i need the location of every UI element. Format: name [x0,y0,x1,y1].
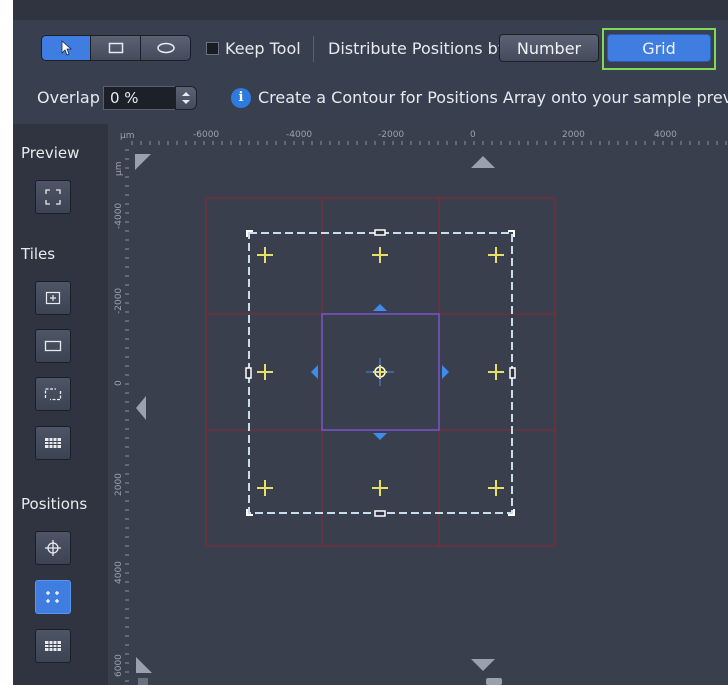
position-marker[interactable] [372,247,388,263]
crosshair-icon [45,540,61,556]
single-position-button[interactable] [35,531,71,565]
y-tick-label: -4000 [114,203,124,229]
positions-grid-icon [45,641,61,651]
preview-canvas[interactable]: µm µm -6000 -4000 -2000 0 2000 4000 -400… [108,124,728,685]
y-ruler-unit: µm [114,162,124,177]
corner-top-left-arrow[interactable] [135,154,151,170]
scroll-corner [138,678,148,685]
position-marker[interactable] [488,247,504,263]
x-tick-label: 0 [470,130,476,140]
contour-handle-left[interactable] [245,367,252,379]
scroll-down-arrow[interactable] [471,659,495,671]
position-marker[interactable] [488,364,504,380]
ellipse-icon [156,42,175,54]
position-marker[interactable] [257,480,273,496]
move-up-arrow[interactable] [373,304,387,311]
pointer-tool-button[interactable] [42,36,90,60]
overlap-label: Overlap [37,88,100,107]
x-tick-label: -4000 [286,130,312,140]
keep-tool-checkbox[interactable] [206,42,219,55]
rectangle-tool-button[interactable] [90,36,140,60]
number-button[interactable]: Number [499,34,599,62]
x-tick-label: 4000 [654,130,677,140]
tile-contour-button[interactable] [35,377,71,411]
tool-selector [41,35,191,61]
scroll-up-arrow[interactable] [471,156,495,168]
stepper-arrows-icon [182,92,190,104]
toolbar-divider [313,36,314,62]
grid-button[interactable]: Grid [607,34,711,62]
tile-grid-button[interactable] [35,426,71,460]
sidebar: Preview Tiles Positions [13,124,108,685]
add-tile-icon [45,291,61,305]
rectangle-icon [108,42,123,54]
y-tick-label: 4000 [114,561,124,584]
x-tick-label: -6000 [193,130,219,140]
grid-positions-button[interactable] [35,580,71,614]
ellipse-tool-button[interactable] [140,36,190,60]
position-marker[interactable] [488,480,504,496]
position-marker[interactable] [257,247,273,263]
tile-grid-icon [45,438,61,448]
center-crosshair[interactable] [366,358,394,386]
overlap-input[interactable]: 0 % [103,86,183,110]
preview-snap-button[interactable] [35,180,71,214]
y-tick-label: 2000 [114,473,124,496]
positions-section-label: Positions [21,495,88,513]
contour-handle-top[interactable] [374,229,386,236]
ruler-ticks [125,141,727,682]
preview-canvas-svg: µm µm -6000 -4000 -2000 0 2000 4000 -400… [108,124,728,685]
y-tick-label: 6000 [114,654,124,677]
position-marker[interactable] [372,480,388,496]
tile-contour-icon [44,388,62,401]
tile-rectangle-button[interactable] [35,329,71,363]
pointer-icon [61,40,73,56]
position-marker[interactable] [257,364,273,380]
y-tick-label: -2000 [114,288,124,314]
contour-handle-bottom[interactable] [374,510,386,517]
add-tile-button[interactable] [35,281,71,315]
contour-handle-right[interactable] [509,367,516,379]
preview-section-label: Preview [21,144,80,162]
positions-grid-button[interactable] [35,629,71,663]
y-tick-label: 0 [114,380,124,386]
tile-rectangle-icon [44,340,62,352]
move-right-arrow[interactable] [442,365,449,379]
move-down-arrow[interactable] [373,433,387,440]
keep-tool-label: Keep Tool [225,39,301,58]
tiles-section-label: Tiles [21,245,56,263]
x-ruler-unit: µm [120,131,135,141]
distribute-label: Distribute Positions by [328,39,508,58]
tile-positions-panel: Keep Tool Distribute Positions by Number… [13,0,728,685]
snap-preview-icon [45,189,61,205]
corner-bottom-left-arrow[interactable] [136,657,152,673]
overlap-stepper[interactable] [175,86,197,110]
move-left-arrow[interactable] [311,365,318,379]
x-tick-label: -2000 [378,130,404,140]
scroll-left-arrow[interactable] [136,396,146,420]
horizontal-scroll-thumb[interactable] [486,678,502,685]
info-icon: i [231,88,251,108]
position-array-icon [46,591,59,603]
info-text: Create a Contour for Positions Array ont… [258,88,728,107]
x-tick-label: 2000 [562,130,585,140]
